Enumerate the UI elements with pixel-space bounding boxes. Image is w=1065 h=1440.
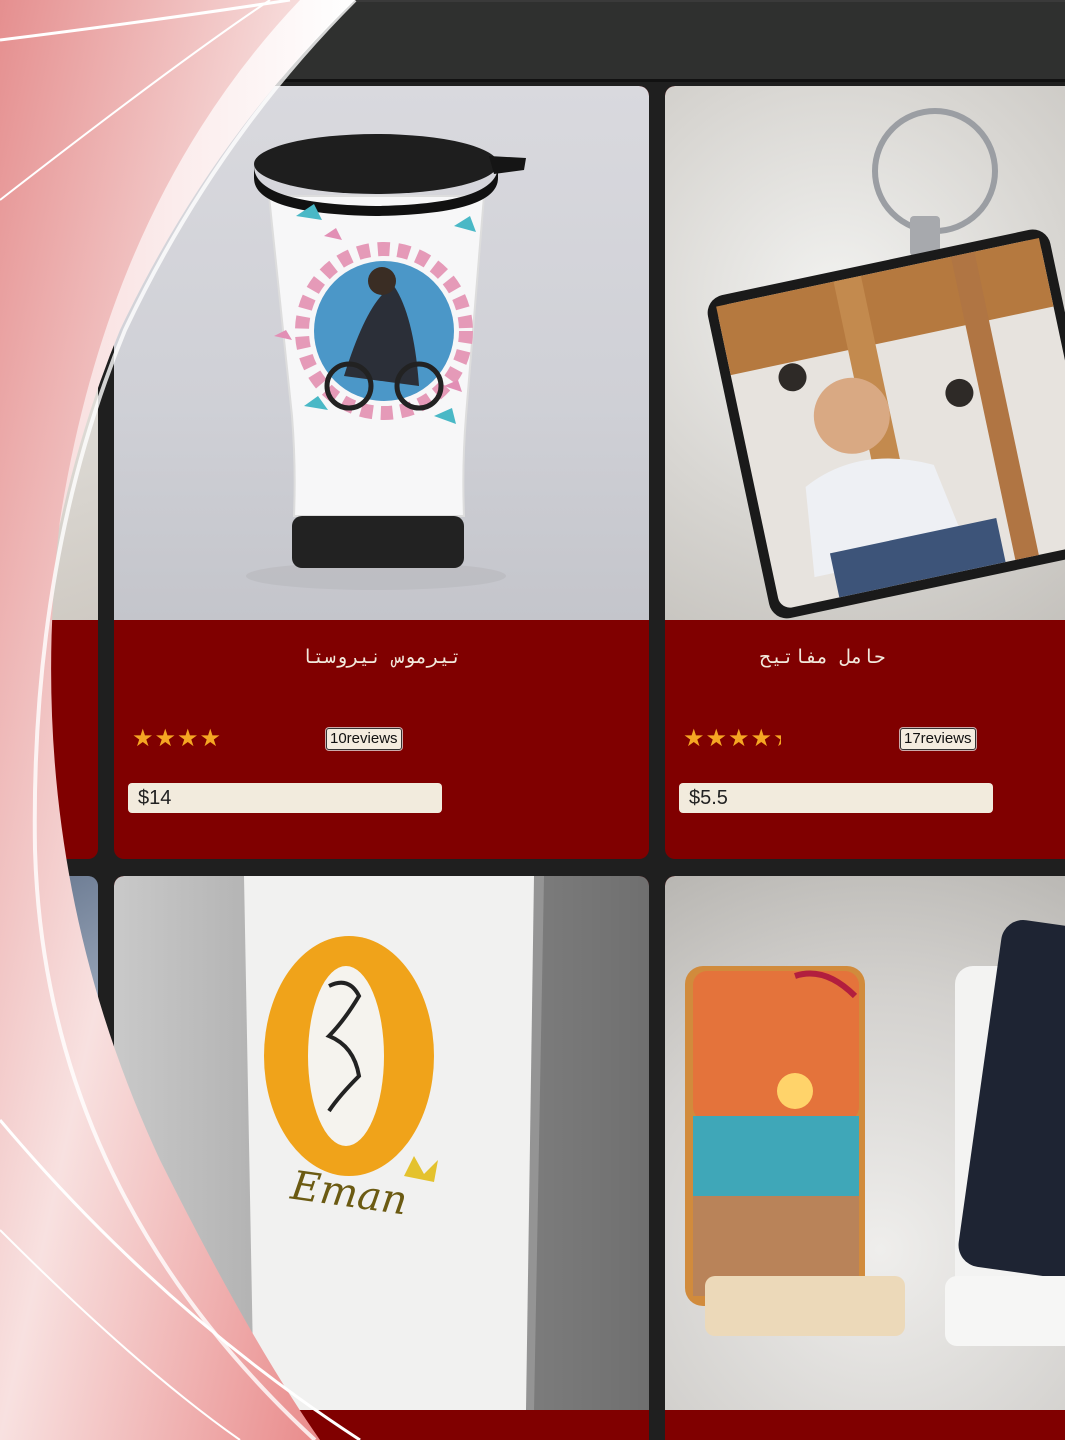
phone-stand-photo <box>685 920 1065 1346</box>
reviews-count-badge[interactable]: 17reviews <box>900 728 976 750</box>
product-grid-page: تيرموس نيروستا ★★★★ 10reviews $14 حامل م… <box>0 0 1065 1440</box>
printed-tote-bag-photo: Eman <box>244 876 649 1410</box>
product-card-phone-stand[interactable] <box>665 876 1065 1440</box>
product-title[interactable]: حامل مفاتيح <box>665 646 980 668</box>
product-image-phone-stand[interactable] <box>665 876 1065 1410</box>
product-card-thermos[interactable]: تيرموس نيروستا ★★★★ 10reviews $14 <box>114 86 649 859</box>
price-field: $14 <box>128 783 442 813</box>
price-field: $5.5 <box>679 783 993 813</box>
rating-stars: ★★★★ <box>132 724 223 752</box>
product-image-tote-bag[interactable]: Eman <box>114 876 649 1410</box>
product-title[interactable]: تيرموس نيروستا <box>114 646 649 668</box>
product-card-tote-bag[interactable]: Eman <box>114 876 649 1440</box>
product-card-partial-left-bottom[interactable] <box>0 876 98 1440</box>
product-image-partial[interactable] <box>0 86 98 620</box>
reviews-count-badge[interactable]: 10reviews <box>326 728 402 750</box>
rating-stars: ★★★★★ <box>683 724 781 752</box>
product-image-partial[interactable] <box>0 876 98 1410</box>
product-card-keychain[interactable]: حامل مفاتيح ★★★★★ 17reviews $5.5 <box>665 86 1065 859</box>
thermos-mug-photo <box>246 134 526 590</box>
product-image-thermos[interactable] <box>114 86 649 620</box>
product-card-partial-left-top[interactable] <box>0 86 98 859</box>
product-image-keychain[interactable] <box>665 86 1065 620</box>
photo-keychain-photo <box>707 108 1065 619</box>
top-navigation-bar <box>0 0 1065 82</box>
